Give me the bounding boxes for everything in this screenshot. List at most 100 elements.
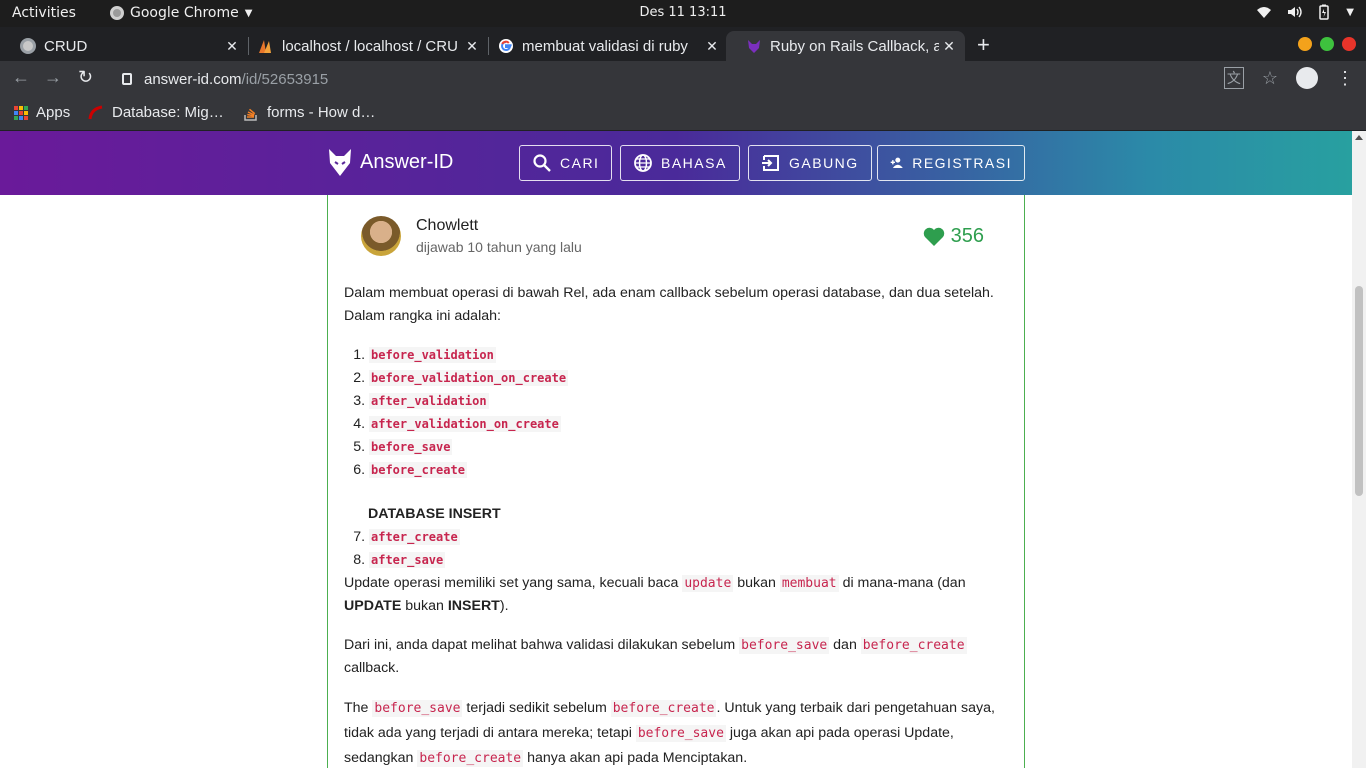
site-header: Answer-ID CARI BAHASA GABUNG REGISTRASI xyxy=(0,131,1352,195)
text-segment: The xyxy=(344,700,373,716)
scroll-up-arrow-icon[interactable] xyxy=(1355,135,1363,140)
code-inline: after_validation_on_create xyxy=(369,416,561,432)
answer-timestamp: dijawab 10 tahun yang lalu xyxy=(416,239,582,255)
add-user-icon xyxy=(890,157,903,168)
code-inline: before_create xyxy=(369,462,467,478)
code-inline: before_create xyxy=(860,637,967,654)
list-item: after_validation_on_create xyxy=(369,413,1010,436)
phpmyadmin-icon xyxy=(259,40,271,53)
back-arrow-icon[interactable]: ← xyxy=(12,67,30,88)
browser-toolbar: ← → ↻ answer-id.com/id/52653915 文 ☆ ⋮ xyxy=(0,61,1366,97)
url-host: answer-id.com xyxy=(144,70,242,88)
author-name[interactable]: Chowlett xyxy=(416,217,478,235)
bold-text: UPDATE xyxy=(344,598,402,614)
bold-text: INSERT xyxy=(447,598,500,614)
search-button[interactable]: CARI xyxy=(519,145,613,181)
rails-icon xyxy=(88,105,103,119)
window-controls xyxy=(1298,37,1356,51)
answer-body: Dalam membuat operasi di bawah Rel, ada … xyxy=(344,282,1010,768)
text-segment: tidak ada yang terjadi di antara mereka;… xyxy=(344,725,636,741)
answer-card: Chowlett dijawab 10 tahun yang lalu 356 … xyxy=(327,195,1025,768)
tab-ruby-on-rails[interactable]: Ruby on Rails Callback, ap ✕ xyxy=(726,31,965,61)
code-inline: before_validation_on_create xyxy=(369,370,569,386)
bookmark-label: forms - How d… xyxy=(267,104,376,121)
translate-icon[interactable]: 文 xyxy=(1223,67,1244,89)
text-segment: di mana-mana (dan xyxy=(838,575,966,591)
code-inline: before_create xyxy=(610,700,717,717)
bookmark-forms-how-do[interactable]: forms - How d… xyxy=(243,104,375,121)
text-segment: bukan xyxy=(401,598,448,614)
bookmark-apps[interactable]: Apps xyxy=(14,104,70,121)
logo-text: Answer-ID xyxy=(360,150,454,173)
intro-text-2: Dalam rangka ini adalah: xyxy=(344,308,501,324)
url-path: /id/52653915 xyxy=(241,70,329,88)
list-item: before_validation_on_create xyxy=(369,367,1010,390)
code-inline: after_create xyxy=(369,529,460,545)
scrollbar-thumb[interactable] xyxy=(1355,286,1363,496)
web-page: Answer-ID CARI BAHASA GABUNG REGISTRASI … xyxy=(0,131,1352,768)
system-tray[interactable]: ▼ xyxy=(1256,4,1354,20)
text-segment: . Untuk yang terbaik dari pengetahuan sa… xyxy=(716,700,995,716)
nav-label: CARI xyxy=(560,155,600,171)
bookmark-label: Database: Mig… xyxy=(112,104,224,121)
validation-paragraph: Dari ini, anda dapat melihat bahwa valid… xyxy=(344,634,1010,680)
wifi-icon xyxy=(1257,7,1272,18)
callback-list-before: before_validation before_validation_on_c… xyxy=(344,344,1010,482)
tab-crud[interactable]: CRUD ✕ xyxy=(0,31,248,61)
menu-kebab-icon[interactable]: ⋮ xyxy=(1336,68,1354,89)
heart-icon xyxy=(923,227,944,246)
vote-number: 356 xyxy=(950,225,984,247)
tab-localhost[interactable]: localhost / localhost / CRU ✕ xyxy=(238,31,488,61)
minimize-button[interactable] xyxy=(1298,37,1312,51)
nav-label: GABUNG xyxy=(789,155,859,171)
forward-arrow-icon[interactable]: → xyxy=(44,67,62,88)
address-bar[interactable]: answer-id.com/id/52653915 xyxy=(110,65,1260,93)
bookmark-database-migrations[interactable]: Database: Mig… xyxy=(88,104,224,121)
code-inline: after_save xyxy=(369,552,446,568)
answer-id-fox-icon xyxy=(748,40,760,53)
register-button[interactable]: REGISTRASI xyxy=(877,145,1025,181)
code-inline: after_validation xyxy=(369,393,489,409)
close-icon[interactable]: ✕ xyxy=(939,38,959,55)
code-inline: update xyxy=(682,575,734,592)
globe-icon xyxy=(20,38,36,54)
site-logo[interactable]: Answer-ID xyxy=(328,147,453,177)
list-item: after_create xyxy=(369,526,1010,549)
maximize-button[interactable] xyxy=(1320,37,1334,51)
text-segment: ). xyxy=(499,598,509,614)
ordering-paragraph: The before_save terjadi sedikit sebelum … xyxy=(344,696,1010,768)
clock[interactable]: Des 11 13:11 xyxy=(0,5,1366,20)
update-paragraph: Update operasi memiliki set yang sama, k… xyxy=(344,572,1010,618)
stackoverflow-icon xyxy=(244,108,257,121)
apps-grid-icon xyxy=(14,105,28,120)
text-segment: hanya akan api pada Menciptakan. xyxy=(523,750,748,766)
star-icon[interactable]: ☆ xyxy=(1262,68,1278,89)
text-segment: sedangkan xyxy=(344,750,418,766)
list-item: before_create xyxy=(369,459,1010,482)
profile-avatar-icon[interactable] xyxy=(1296,67,1318,89)
tab-title: localhost / localhost / CRU xyxy=(282,37,458,55)
language-button[interactable]: BAHASA xyxy=(620,145,740,181)
text-segment: juga akan api pada operasi Update, xyxy=(725,725,954,741)
close-window-button[interactable] xyxy=(1342,37,1356,51)
search-icon xyxy=(533,154,551,172)
system-top-bar: Activities Google Chrome ▼ Des 11 13:11 … xyxy=(0,0,1366,27)
text-segment: terjadi sedikit sebelum xyxy=(462,700,611,716)
code-inline: before_save xyxy=(372,700,463,717)
tab-google-search[interactable]: membuat validasi di ruby ✕ xyxy=(478,31,728,61)
text-segment: Dari ini, anda dapat melihat bahwa valid… xyxy=(344,637,740,653)
list-item: before_validation xyxy=(369,344,1010,367)
join-button[interactable]: GABUNG xyxy=(748,145,872,181)
bookmarks-bar: Apps Database: Mig… forms - How d… xyxy=(0,97,1366,131)
code-inline: before_save xyxy=(369,439,453,455)
list-item: after_save xyxy=(369,549,1010,572)
lock-icon xyxy=(122,73,132,85)
reload-icon[interactable]: ↻ xyxy=(78,67,93,88)
new-tab-button[interactable]: + xyxy=(977,32,990,58)
close-icon[interactable]: ✕ xyxy=(702,38,722,55)
nav-label: REGISTRASI xyxy=(912,155,1012,171)
avatar[interactable] xyxy=(361,216,401,256)
database-insert-label: DATABASE INSERT xyxy=(368,506,501,522)
tab-title: CRUD xyxy=(44,37,88,55)
page-scrollbar[interactable] xyxy=(1352,131,1366,768)
